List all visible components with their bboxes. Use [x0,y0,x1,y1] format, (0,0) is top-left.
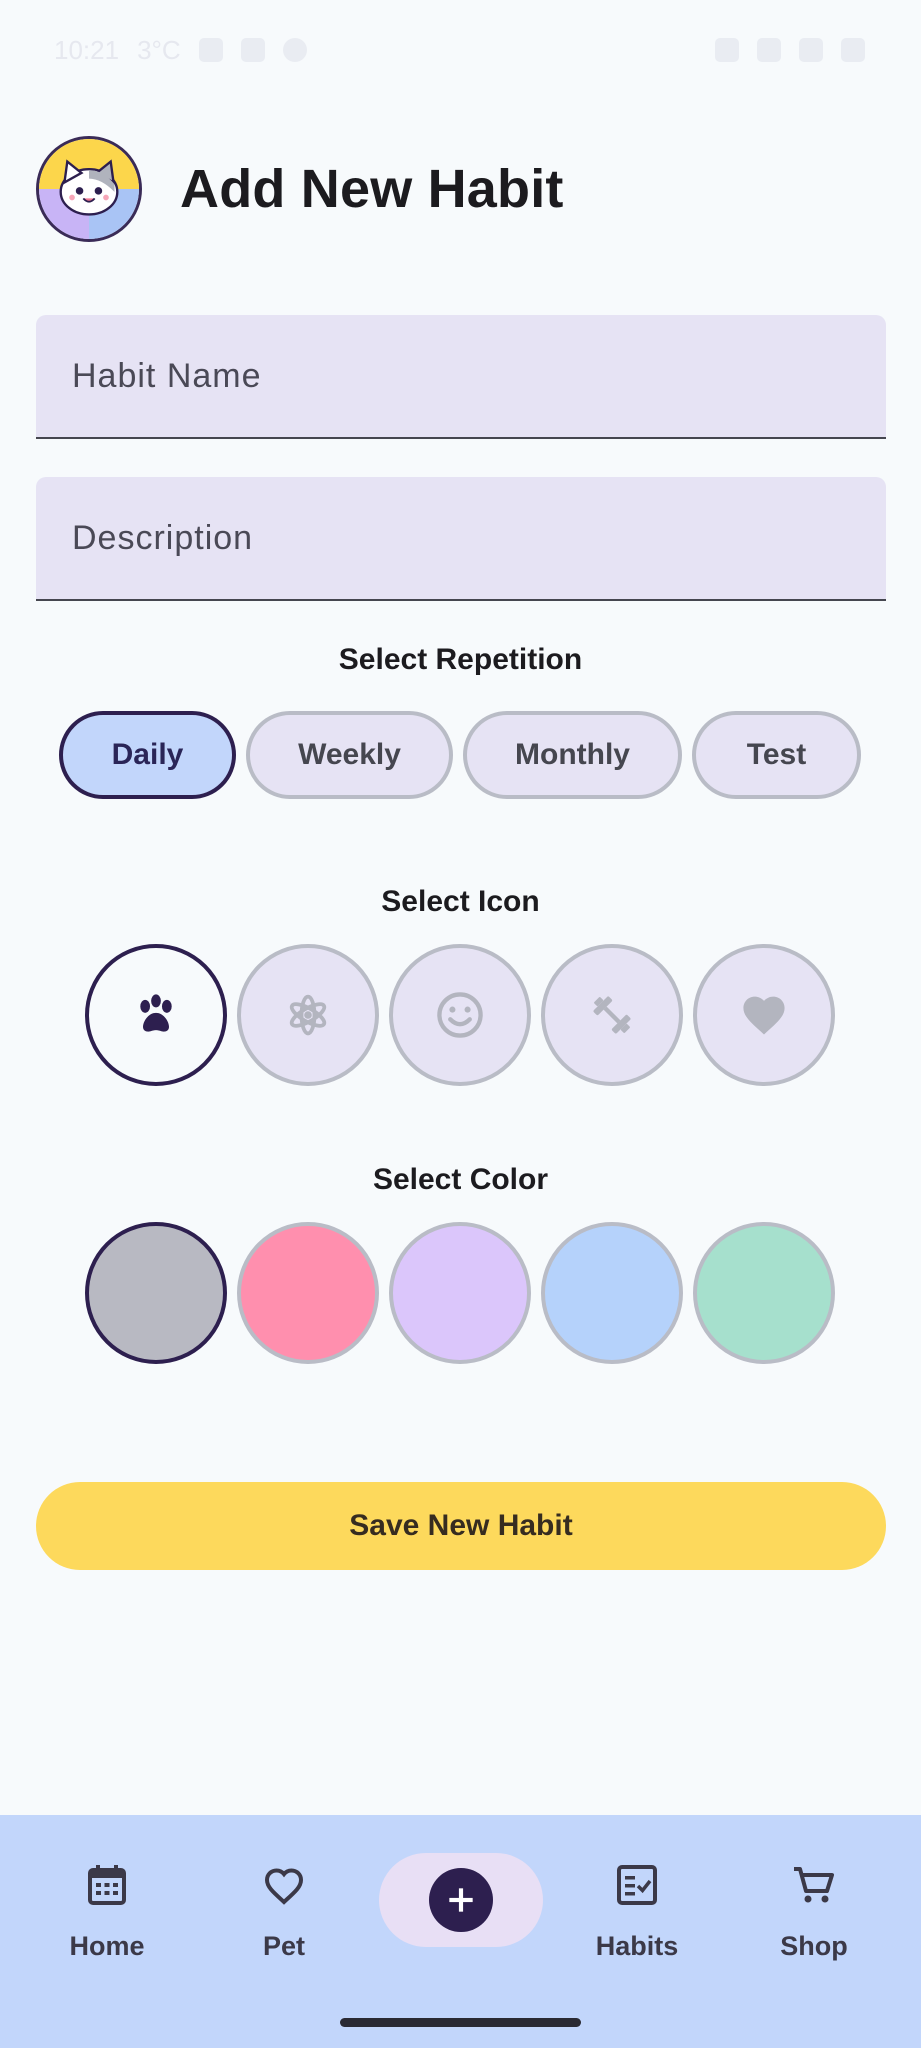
page-header: Add New Habit [36,136,564,242]
flower-icon [289,994,327,1036]
icon-option-paw[interactable] [85,944,227,1086]
color-option-lavender[interactable] [389,1222,531,1364]
nav-label-habits: Habits [595,1931,679,1961]
save-new-habit-button[interactable]: Save New Habit [36,1482,886,1570]
nav-label-pet: Pet [262,1931,306,1961]
battery-icon [841,38,865,62]
repetition-selector: Daily Weekly Monthly Test [59,711,861,799]
heart-icon [743,996,785,1035]
cart-icon [794,1867,834,1903]
notification-icon [198,38,223,62]
nav-item-home[interactable]: Home [37,1861,177,1962]
heart-outline-icon [264,1868,304,1905]
bottom-navigation: Home Pet Habits Shop [0,1815,921,2048]
mute-icon [715,38,739,62]
repetition-chip-weekly[interactable]: Weekly [246,711,453,799]
description-field[interactable] [36,477,886,601]
home-indicator[interactable] [340,2018,581,2027]
color-option-pink[interactable] [237,1222,379,1364]
signal-icon [799,38,823,62]
checklist-icon [617,1865,657,1905]
add-habit-fab[interactable] [379,1853,543,1947]
status-temperature: 3°C [137,34,181,65]
icon-option-flower[interactable] [237,944,379,1086]
cat-avatar [36,136,142,242]
repetition-chip-test[interactable]: Test [692,711,861,799]
icon-option-heart[interactable] [693,944,835,1086]
description-input[interactable] [72,518,886,558]
nav-label-home: Home [69,1931,145,1961]
nav-item-habits[interactable]: Habits [567,1861,707,1962]
repetition-chip-monthly[interactable]: Monthly [463,711,682,799]
color-option-blue[interactable] [541,1222,683,1364]
color-option-mint[interactable] [693,1222,835,1364]
nav-label-shop: Shop [780,1931,848,1961]
wifi-icon [757,38,781,62]
status-time: 10:21 [54,34,120,65]
nav-item-pet[interactable]: Pet [214,1861,354,1962]
icon-selector [85,944,835,1086]
paw-icon [140,994,172,1032]
habit-name-field[interactable] [36,315,886,439]
status-bar: 10:21 3°C [0,0,921,100]
page-title: Add New Habit [180,159,564,219]
icon-option-dumbbell[interactable] [541,944,683,1086]
add-icon [429,1868,493,1932]
color-label: Select Color [372,1163,549,1196]
habit-name-input[interactable] [72,356,886,396]
dumbbell-icon [593,996,631,1034]
icon-label: Select Icon [381,885,540,918]
color-option-gray[interactable] [85,1222,227,1364]
calendar-icon [88,1865,126,1905]
icon-option-smiley[interactable] [389,944,531,1086]
repetition-chip-daily[interactable]: Daily [59,711,236,799]
repetition-label: Select Repetition [338,643,583,676]
color-selector [85,1222,835,1364]
app-notification-icon [240,38,265,62]
pet-notification-icon [282,38,307,62]
smiley-icon [437,992,483,1038]
nav-item-shop[interactable]: Shop [744,1861,884,1962]
